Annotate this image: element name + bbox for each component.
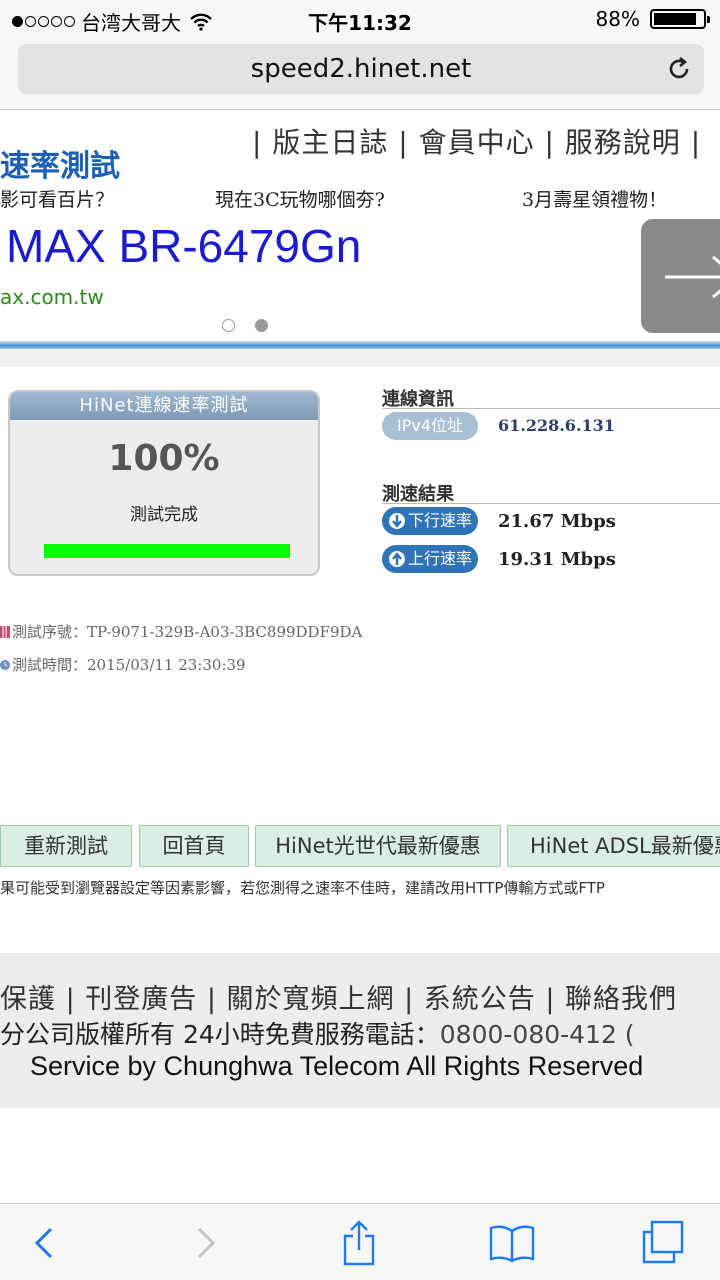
promo-link[interactable]: 3月壽星領禮物！ (522, 185, 667, 212)
progress-bar-fill (44, 544, 290, 558)
top-nav-links[interactable]: | 版主日誌 | 會員中心 | 服務說明 | (252, 121, 701, 161)
upload-speed: 19.31 Mbps (498, 549, 616, 570)
arrow-right-icon (665, 255, 720, 299)
bookmarks-button[interactable] (487, 1218, 537, 1268)
battery-icon (650, 9, 710, 29)
forward-button[interactable] (180, 1218, 230, 1268)
section-band (0, 349, 720, 367)
footer-links[interactable]: 保護 | 刊登廣告 | 關於寬頻上網 | 系統公告 | 聯絡我們 (0, 977, 677, 1016)
browser-toolbar (0, 1203, 720, 1280)
download-label: 下行速率 (382, 507, 478, 535)
site-title: 速率測試 (0, 149, 120, 184)
section-divider (382, 408, 720, 409)
upload-label-text: 上行速率 (407, 549, 472, 568)
back-icon (34, 1227, 53, 1259)
serial-icon (0, 625, 10, 638)
progress-bar (44, 544, 290, 558)
section-divider (382, 503, 720, 504)
page-footer: 保護 | 刊登廣告 | 關於寬頻上網 | 系統公告 | 聯絡我們 分公司版權所有… (0, 953, 720, 1108)
clock-icon (0, 659, 10, 670)
url-text: speed2.hinet.net (250, 54, 472, 84)
tabs-button[interactable] (638, 1218, 688, 1268)
adsl-offer-button[interactable]: HiNet ADSL最新優惠 (507, 825, 720, 867)
ad-url[interactable]: ax.com.tw (0, 285, 104, 309)
web-content: | 版主日誌 | 會員中心 | 服務說明 | 速率測試 影可看百片？ 現在3C玩… (0, 111, 720, 1203)
test-serial: 測試序號：TP-9071-329B-A03-3BC899DDF9DA (0, 621, 362, 642)
test-time-text: 測試時間：2015/03/11 23:30:39 (12, 656, 246, 674)
retest-button[interactable]: 重新測試 (0, 825, 132, 867)
home-button[interactable]: 回首頁 (139, 825, 249, 867)
back-button[interactable] (20, 1218, 70, 1268)
ipv4-label: IPv4位址 (382, 412, 478, 440)
download-label-text: 下行速率 (407, 511, 472, 530)
battery-percentage: 88% (595, 7, 640, 31)
footer-rights-text: 分公司版權所有 24小時免費服務電話： (0, 1020, 440, 1049)
notice-text: 果可能受到瀏覽器設定等因素影響，若您測得之速率不佳時，建請改用HTTP傳輸方式或… (0, 879, 605, 897)
progress-percent: 100% (108, 438, 220, 479)
forward-icon (197, 1227, 216, 1259)
test-status: 測試完成 (130, 505, 198, 525)
browser-address-bar: speed2.hinet.net (0, 38, 720, 110)
footer-service: Service by Chunghwa Telecom All Rights R… (30, 1051, 644, 1081)
service-phone[interactable]: 0800-080-412 ( (440, 1020, 635, 1049)
promo-link[interactable]: 影可看百片？ (0, 185, 114, 212)
test-serial-text: 測試序號：TP-9071-329B-A03-3BC899DDF9DA (12, 623, 363, 641)
tabs-icon (642, 1220, 684, 1264)
pager-dot[interactable] (222, 319, 235, 332)
promo-link[interactable]: 現在3C玩物哪個夯? (215, 185, 385, 212)
banner-divider (0, 341, 720, 349)
upload-label: 上行速率 (382, 545, 478, 573)
arrow-down-icon (388, 513, 405, 529)
action-buttons: 重新測試 回首頁 HiNet光世代最新優惠 HiNet ADSL最新優惠 (0, 825, 720, 867)
share-icon (343, 1220, 375, 1266)
status-bar: 台湾大哥大 下午11:32 88% (0, 0, 720, 38)
fiber-offer-button[interactable]: HiNet光世代最新優惠 (255, 825, 501, 867)
pager-dot[interactable] (255, 319, 268, 332)
arrow-up-icon (388, 551, 405, 567)
share-button[interactable] (334, 1218, 384, 1268)
speed-test-header: HiNet連線速率測試 (10, 392, 318, 420)
ad-next-button[interactable] (641, 219, 720, 333)
url-field[interactable]: speed2.hinet.net (18, 44, 704, 94)
reload-icon[interactable] (666, 56, 692, 82)
speed-test-panel: HiNet連線速率測試 100% 測試完成 (8, 390, 320, 576)
test-time: 測試時間：2015/03/11 23:30:39 (0, 654, 246, 675)
download-speed: 21.67 Mbps (498, 511, 616, 532)
footer-rights: 分公司版權所有 24小時免費服務電話：0800-080-412 ( (0, 1015, 635, 1051)
bookmarks-icon (489, 1225, 535, 1263)
ad-title[interactable]: MAX BR-6479Gn (6, 219, 361, 273)
banner-pager[interactable] (222, 319, 268, 332)
ipv4-value: 61.228.6.131 (498, 416, 615, 435)
